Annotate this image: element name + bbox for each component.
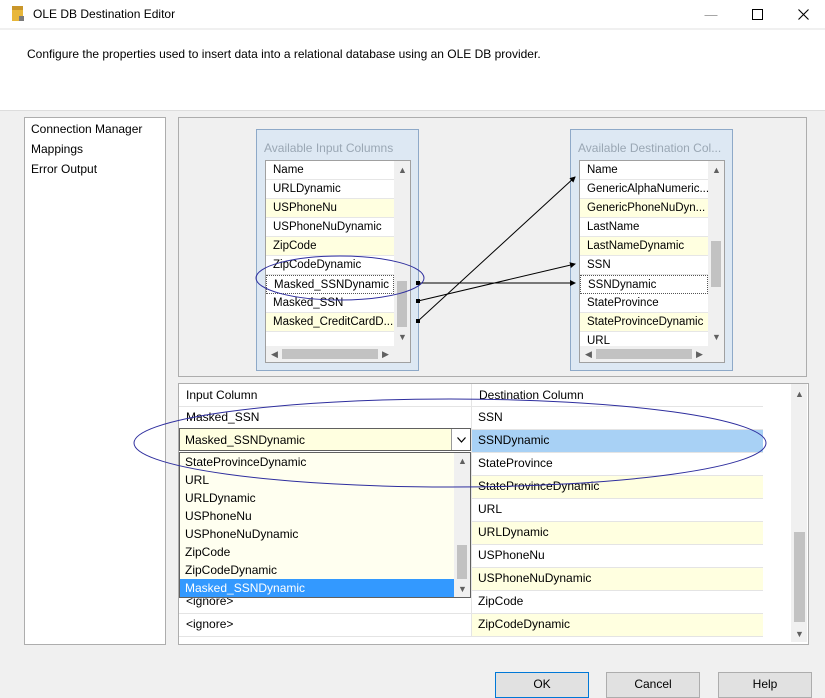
grid-input-cell[interactable]: <ignore>: [179, 613, 471, 636]
grid-destination-cell: USPhoneNuDynamic: [471, 567, 763, 590]
grid-destination-cell: ZipCode: [478, 594, 524, 608]
annotation-ellipse: [133, 398, 767, 488]
nav-item-error-output[interactable]: Error Output: [31, 162, 97, 176]
database-icon: [12, 6, 24, 21]
mapping-line[interactable]: [417, 176, 576, 322]
grid-destination-cell: ZipCodeDynamic: [471, 613, 763, 636]
dropdown-option[interactable]: USPhoneNuDynamic: [180, 525, 454, 543]
description-text: Configure the properties used to insert …: [27, 47, 541, 61]
mapping-lines: [255, 176, 576, 323]
minimize-button[interactable]: —: [688, 0, 734, 28]
window-title: OLE DB Destination Editor: [33, 7, 176, 21]
close-button[interactable]: [780, 0, 825, 28]
grid-vscroll[interactable]: ▲ ▼: [791, 384, 807, 642]
description-panel: [0, 30, 825, 111]
minimize-icon: —: [704, 6, 718, 22]
grid-destination-cell: URL: [478, 502, 503, 516]
cancel-button[interactable]: Cancel: [606, 672, 700, 698]
maximize-icon: [751, 8, 763, 20]
scroll-up-icon[interactable]: ▲: [791, 387, 808, 401]
dropdown-option-selected[interactable]: Masked_SSNDynamic: [180, 579, 454, 597]
scroll-thumb[interactable]: [794, 532, 805, 622]
grid-destination-cell: USPhoneNu: [478, 548, 545, 562]
scroll-down-icon[interactable]: ▼: [454, 582, 470, 596]
dropdown-option[interactable]: ZipCode: [180, 543, 454, 561]
ok-button[interactable]: OK: [495, 672, 589, 698]
nav-item-connection-manager[interactable]: Connection Manager: [31, 122, 142, 136]
annotation-overlay: [133, 398, 767, 488]
nav-item-mappings[interactable]: Mappings: [31, 142, 83, 156]
scroll-thumb[interactable]: [457, 545, 467, 579]
dropdown-option[interactable]: USPhoneNu: [180, 507, 454, 525]
grid-destination-cell: URLDynamic: [471, 521, 763, 544]
scroll-down-icon[interactable]: ▼: [791, 627, 808, 641]
close-icon: [797, 8, 809, 20]
mapping-diagram: Available Input Columns Name URLDynamic …: [178, 117, 807, 377]
maximize-button[interactable]: [734, 0, 780, 28]
page-nav: Connection Manager Mappings Error Output: [24, 117, 166, 645]
annotation-ellipse: [255, 255, 425, 301]
help-button[interactable]: Help: [718, 672, 812, 698]
dropdown-option[interactable]: ZipCodeDynamic: [180, 561, 454, 579]
